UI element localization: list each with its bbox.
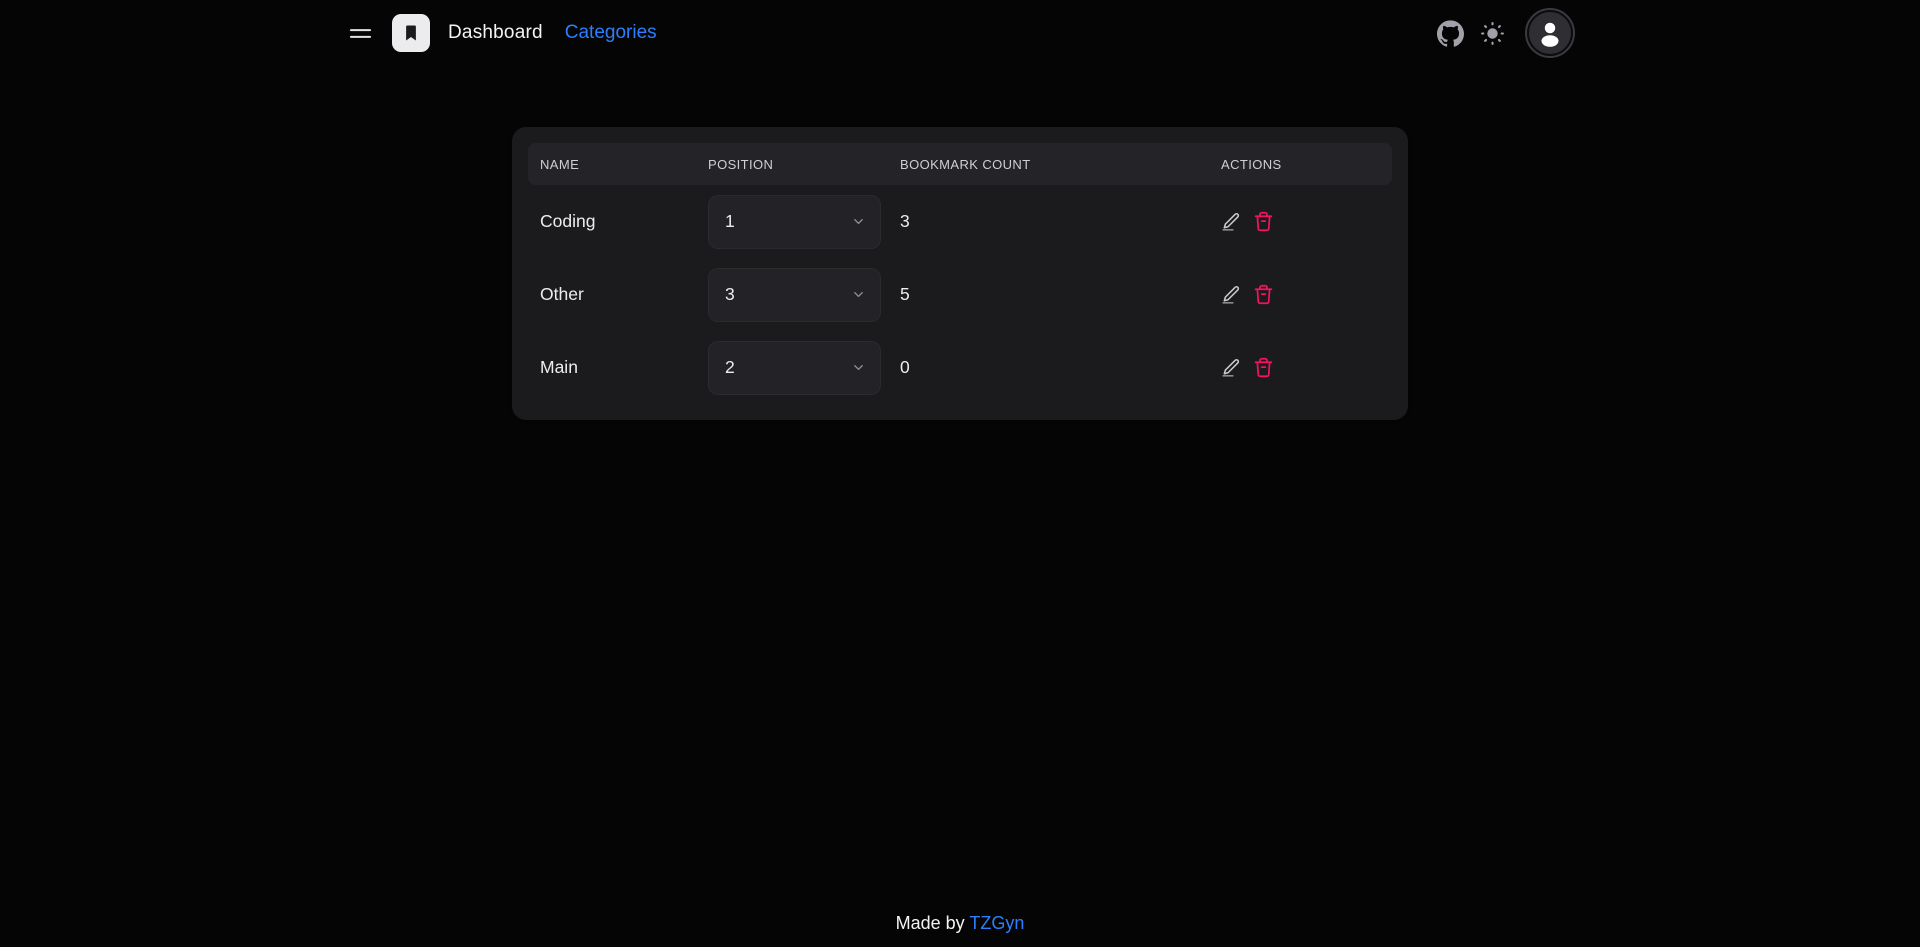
page-title: Dashboard <box>448 22 543 44</box>
edit-category-button[interactable] <box>1221 284 1242 305</box>
trash-icon <box>1253 211 1274 232</box>
bookmark-count: 3 <box>900 211 1221 232</box>
menu-toggle-button[interactable] <box>347 20 374 47</box>
footer-author-link[interactable]: TZGyn <box>969 913 1024 933</box>
chevron-down-icon <box>851 360 866 375</box>
edit-pencil-icon <box>1221 357 1242 378</box>
table-row: Coding 1 3 <box>528 185 1392 258</box>
footer: Made by TZGyn <box>0 913 1920 947</box>
category-name: Other <box>540 284 708 305</box>
position-select-value: 2 <box>725 357 735 378</box>
table-header-row: NAME POSITION BOOKMARK COUNT ACTIONS <box>528 143 1392 185</box>
main-content: NAME POSITION BOOKMARK COUNT ACTIONS Cod… <box>0 66 1920 420</box>
theme-toggle-button[interactable] <box>1480 21 1505 46</box>
position-select-value: 1 <box>725 211 735 232</box>
navbar: Dashboard Categories <box>0 0 1920 66</box>
edit-category-button[interactable] <box>1221 211 1242 232</box>
table-row: Main 2 0 <box>528 331 1392 404</box>
bookmark-icon <box>392 14 430 52</box>
bookmark-count: 5 <box>900 284 1221 305</box>
column-header-actions: ACTIONS <box>1221 157 1380 172</box>
edit-pencil-icon <box>1221 211 1242 232</box>
hamburger-icon <box>347 20 374 47</box>
user-avatar-button[interactable] <box>1527 10 1573 56</box>
column-header-name: NAME <box>540 157 708 172</box>
position-select[interactable]: 1 <box>708 195 881 249</box>
delete-category-button[interactable] <box>1253 284 1274 305</box>
user-avatar-icon <box>1535 18 1565 48</box>
position-select[interactable]: 3 <box>708 268 881 322</box>
category-name: Main <box>540 357 708 378</box>
column-header-bookmark-count: BOOKMARK COUNT <box>900 157 1221 172</box>
sun-icon <box>1480 21 1505 46</box>
chevron-down-icon <box>851 214 866 229</box>
category-name: Coding <box>540 211 708 232</box>
chevron-down-icon <box>851 287 866 302</box>
nav-link-categories[interactable]: Categories <box>565 22 657 44</box>
edit-pencil-icon <box>1221 284 1242 305</box>
edit-category-button[interactable] <box>1221 357 1242 378</box>
categories-card: NAME POSITION BOOKMARK COUNT ACTIONS Cod… <box>512 127 1408 420</box>
trash-icon <box>1253 357 1274 378</box>
trash-icon <box>1253 284 1274 305</box>
table-row: Other 3 5 <box>528 258 1392 331</box>
position-select[interactable]: 2 <box>708 341 881 395</box>
delete-category-button[interactable] <box>1253 211 1274 232</box>
github-link-button[interactable] <box>1437 20 1464 47</box>
column-header-position: POSITION <box>708 157 900 172</box>
position-select-value: 3 <box>725 284 735 305</box>
bookmark-count: 0 <box>900 357 1221 378</box>
footer-text: Made by <box>896 913 970 933</box>
app-logo[interactable] <box>392 14 430 52</box>
delete-category-button[interactable] <box>1253 357 1274 378</box>
github-icon <box>1437 20 1464 47</box>
